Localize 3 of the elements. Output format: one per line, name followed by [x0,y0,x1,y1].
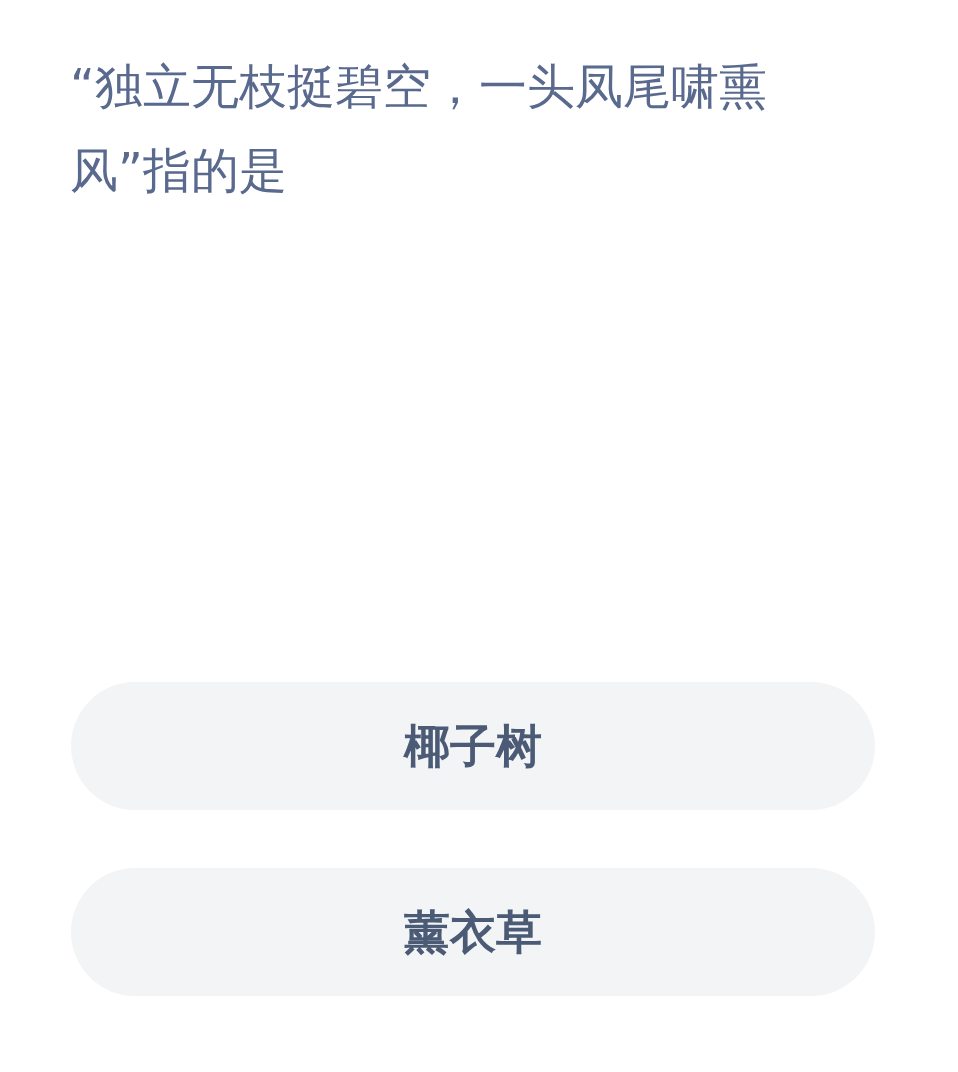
answer-option[interactable]: 椰子树 [71,682,875,810]
question-text: “独立无枝挺碧空，一头凤尾啸熏风”指的是 [70,57,768,200]
answer-option[interactable]: 薰衣草 [71,868,875,996]
